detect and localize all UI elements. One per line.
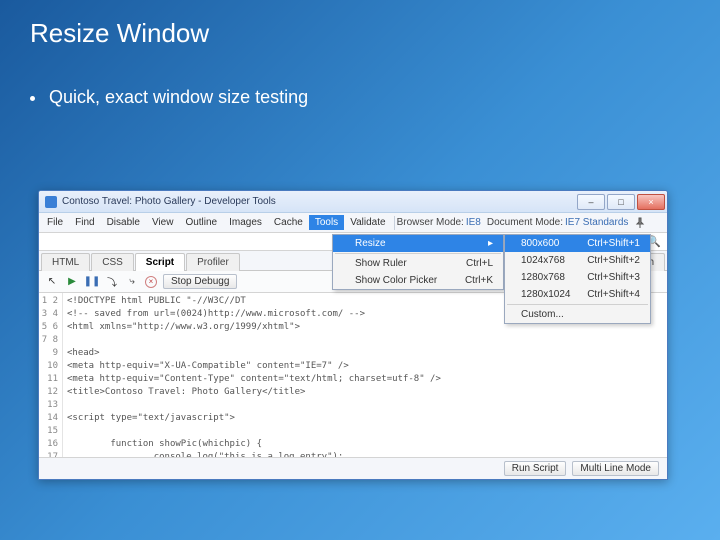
resize-1280x1024[interactable]: 1280x1024 Ctrl+Shift+4	[505, 286, 650, 303]
tab-script[interactable]: Script	[135, 253, 185, 271]
step-into-icon[interactable]: ⤷	[125, 275, 139, 289]
menu-images[interactable]: Images	[223, 215, 268, 230]
menu-label: Custom...	[521, 309, 564, 320]
menu-find[interactable]: Find	[69, 215, 100, 230]
minimize-button[interactable]: –	[577, 194, 605, 210]
resize-submenu: 800x600 Ctrl+Shift+1 1024x768 Ctrl+Shift…	[504, 234, 651, 324]
resize-custom[interactable]: Custom...	[505, 306, 650, 323]
maximize-button[interactable]: □	[607, 194, 635, 210]
window-title: Contoso Travel: Photo Gallery - Develope…	[62, 196, 276, 207]
slide-bullet: Quick, exact window size testing	[0, 49, 720, 108]
menu-label: 1024x768	[521, 255, 565, 266]
menu-view[interactable]: View	[146, 215, 180, 230]
menu-shortcut: Ctrl+Shift+1	[587, 238, 640, 249]
bottom-bar: Run Script Multi Line Mode	[39, 457, 667, 479]
tab-profiler[interactable]: Profiler	[186, 253, 240, 271]
resize-800x600[interactable]: 800x600 Ctrl+Shift+1	[505, 235, 650, 252]
menu-outline[interactable]: Outline	[179, 215, 223, 230]
menu-divider	[335, 253, 501, 254]
menu-validate[interactable]: Validate	[344, 215, 391, 230]
line-gutter: 1 2 3 4 5 6 7 8 9 10 11 12 13 14 15 16 1…	[39, 293, 63, 465]
menubar: File Find Disable View Outline Images Ca…	[39, 213, 667, 233]
tools-menu-ruler[interactable]: Show Ruler Ctrl+L	[333, 255, 503, 272]
devtools-window: Contoso Travel: Photo Gallery - Develope…	[38, 190, 668, 480]
app-icon	[45, 196, 57, 208]
document-mode-value[interactable]: IE7 Standards	[565, 217, 628, 228]
resize-1280x768[interactable]: 1280x768 Ctrl+Shift+3	[505, 269, 650, 286]
menu-cache[interactable]: Cache	[268, 215, 309, 230]
window-controls: – □ ×	[577, 194, 665, 210]
multiline-mode-button[interactable]: Multi Line Mode	[572, 461, 659, 476]
stop-icon[interactable]: ×	[145, 276, 157, 288]
menu-label: 800x600	[521, 238, 559, 249]
menu-shortcut: Ctrl+Shift+2	[587, 255, 640, 266]
pointer-icon[interactable]: ↖	[45, 275, 59, 289]
menu-file[interactable]: File	[41, 215, 69, 230]
menu-shortcut: Ctrl+Shift+3	[587, 272, 640, 283]
menu-label: Resize	[355, 238, 386, 249]
chevron-right-icon: ▸	[488, 238, 493, 249]
tools-menu-colorpicker[interactable]: Show Color Picker Ctrl+K	[333, 272, 503, 289]
tab-css[interactable]: CSS	[91, 253, 134, 271]
document-mode-label: Document Mode:	[487, 217, 563, 228]
titlebar: Contoso Travel: Photo Gallery - Develope…	[39, 191, 667, 213]
menu-divider	[507, 304, 648, 305]
play-icon[interactable]: ▶	[65, 275, 79, 289]
resize-1024x768[interactable]: 1024x768 Ctrl+Shift+2	[505, 252, 650, 269]
menu-tools[interactable]: Tools	[309, 215, 344, 230]
menu-shortcut: Ctrl+Shift+4	[587, 289, 640, 300]
menu-disable[interactable]: Disable	[101, 215, 146, 230]
tools-menu-resize[interactable]: Resize ▸	[333, 235, 503, 252]
menu-label: 1280x768	[521, 272, 565, 283]
slide-title: Resize Window	[0, 0, 720, 49]
tab-html[interactable]: HTML	[41, 253, 90, 271]
pause-icon[interactable]: ❚❚	[85, 275, 99, 289]
menu-shortcut: Ctrl+K	[465, 275, 493, 286]
pin-icon[interactable]	[634, 217, 646, 229]
titlebar-left: Contoso Travel: Photo Gallery - Develope…	[45, 196, 276, 208]
browser-mode-label: Browser Mode:	[397, 217, 464, 228]
step-over-icon[interactable]: ⤵	[105, 275, 119, 289]
bullet-icon	[30, 96, 35, 101]
menu-label: 1280x1024	[521, 289, 571, 300]
tools-submenu: Resize ▸ Show Ruler Ctrl+L Show Color Pi…	[332, 234, 504, 290]
menu-label: Show Ruler	[355, 258, 407, 269]
run-script-button[interactable]: Run Script	[504, 461, 567, 476]
menu-shortcut: Ctrl+L	[466, 258, 493, 269]
browser-mode-value[interactable]: IE8	[466, 217, 481, 228]
menu-separator	[394, 216, 395, 230]
menu-label: Show Color Picker	[355, 275, 437, 286]
stop-debugging-button[interactable]: Stop Debugg	[163, 274, 237, 289]
close-button[interactable]: ×	[637, 194, 665, 210]
bullet-text: Quick, exact window size testing	[49, 87, 308, 107]
